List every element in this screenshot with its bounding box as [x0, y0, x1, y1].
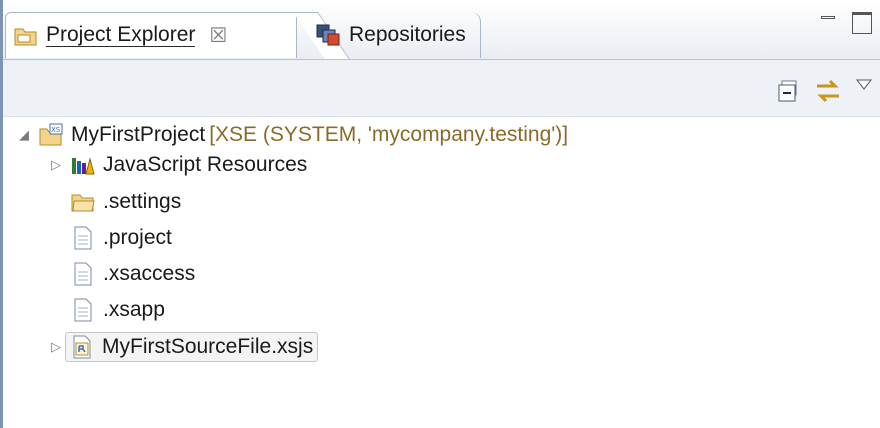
tree-item-label: MyFirstSourceFile.xsjs	[102, 335, 314, 358]
view-menu-icon[interactable]	[856, 79, 872, 91]
tree-item-xsapp[interactable]: .xsapp	[65, 293, 165, 327]
selected-item-box[interactable]: MyFirstSourceFile.xsjs	[65, 332, 319, 362]
tree-item-javascript-resources[interactable]: ▷ JavaScript Resources	[47, 148, 307, 182]
tab-label: Repositories	[349, 23, 466, 46]
minimize-icon[interactable]	[820, 12, 836, 30]
view-toolbar	[3, 60, 880, 117]
tree-item-project[interactable]: .project	[65, 221, 172, 255]
view-tab-bar: Project Explorer ☒ Repositories	[3, 0, 880, 60]
tree-item-label: .project	[103, 226, 172, 249]
repositories-icon	[315, 23, 341, 47]
tree-item-xsaccess[interactable]: .xsaccess	[65, 257, 195, 291]
expanded-triangle-icon[interactable]: ◢	[15, 127, 33, 143]
tab-repositories[interactable]: Repositories	[303, 12, 481, 58]
file-icon	[71, 262, 95, 286]
collapsed-triangle-icon[interactable]: ▷	[47, 339, 65, 355]
tree-item-label: JavaScript Resources	[103, 153, 308, 176]
file-icon	[71, 298, 95, 322]
tree-item-label: .xsaccess	[103, 262, 196, 285]
tab-project-explorer[interactable]: Project Explorer ☒	[5, 12, 297, 58]
project-decoration: [XSE (SYSTEM, 'mycompany.testing')]	[209, 123, 569, 146]
tree-item-myfirstsourcefile[interactable]: ▷ MyFirstSourceFile.xsjs	[47, 330, 319, 364]
javascript-resources-icon	[71, 153, 95, 177]
xs-project-icon: XS	[39, 123, 63, 147]
tree-item-label: MyFirstProject	[71, 123, 206, 146]
tree-item-myfirstproject[interactable]: ◢ XS MyFirstProject [XSE (SYSTEM, 'mycom…	[15, 118, 568, 152]
close-icon[interactable]: ☒	[209, 23, 227, 48]
collapse-all-icon[interactable]	[778, 80, 800, 102]
folder-icon	[71, 190, 95, 214]
project-explorer-icon	[14, 25, 38, 47]
file-icon	[71, 226, 95, 250]
tree-item-settings[interactable]: .settings	[65, 185, 181, 219]
tab-label: Project Explorer	[46, 23, 196, 47]
tree-item-label: .xsapp	[103, 298, 165, 321]
tree-item-label: .settings	[103, 190, 182, 213]
view-window-controls	[820, 12, 872, 34]
collapsed-triangle-icon[interactable]: ▷	[47, 157, 65, 173]
maximize-icon[interactable]	[852, 12, 872, 34]
link-with-editor-icon[interactable]	[814, 78, 842, 104]
xsjs-file-icon	[70, 335, 94, 359]
svg-text:XS: XS	[51, 126, 61, 134]
